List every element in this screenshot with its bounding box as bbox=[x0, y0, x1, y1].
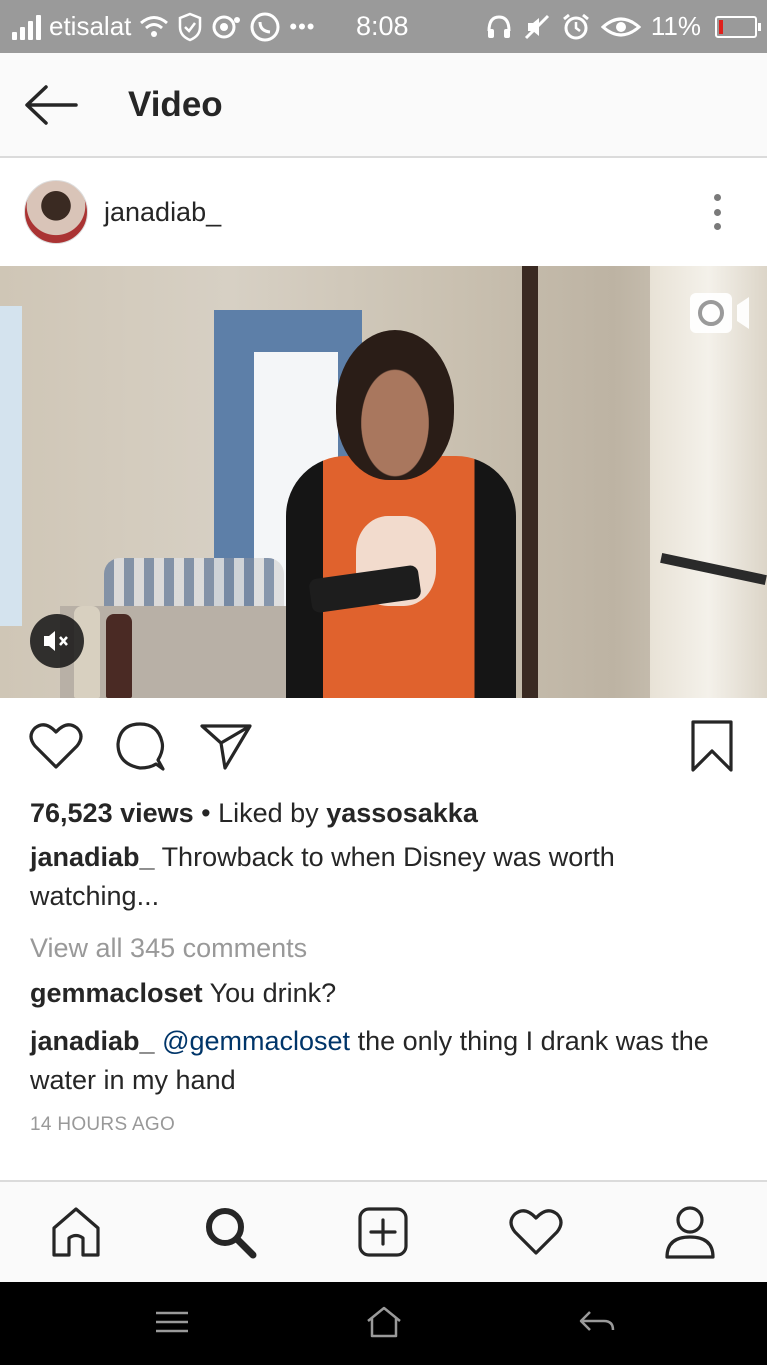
back-arrow-icon[interactable] bbox=[24, 83, 78, 127]
signal-icon bbox=[12, 14, 41, 40]
comment-item: janadiab_ @gemmacloset the only thing I … bbox=[30, 1022, 740, 1100]
views-and-likes: 76,523 views • Liked by yassosakka bbox=[30, 794, 478, 832]
search-icon[interactable] bbox=[202, 1204, 258, 1260]
comment-username[interactable]: gemmacloset bbox=[30, 978, 203, 1008]
menu-icon[interactable] bbox=[152, 1302, 192, 1342]
liked-by-label: • Liked by bbox=[201, 798, 319, 828]
comment-text: You drink? bbox=[209, 978, 337, 1008]
post-header: janadiab_ bbox=[0, 158, 767, 266]
wifi-icon bbox=[139, 14, 169, 40]
like-heart-icon[interactable] bbox=[28, 718, 84, 774]
view-all-comments-link[interactable]: View all 345 comments bbox=[30, 928, 307, 968]
clock: 8:08 bbox=[356, 11, 409, 41]
system-home-icon[interactable] bbox=[364, 1302, 404, 1342]
battery-icon bbox=[715, 15, 761, 38]
post-actions bbox=[0, 698, 767, 794]
save-bookmark-icon[interactable] bbox=[684, 718, 740, 774]
views-count: 76,523 views bbox=[30, 798, 194, 828]
battery-percent: 11% bbox=[650, 11, 701, 41]
eye-icon bbox=[600, 15, 641, 39]
caption-username[interactable]: janadiab_ bbox=[30, 842, 155, 872]
video-scene-wall bbox=[0, 306, 22, 626]
home-icon[interactable] bbox=[48, 1204, 104, 1260]
top-app-bar: Video bbox=[0, 53, 767, 158]
comment-item: gemmacloset You drink? bbox=[30, 974, 336, 1012]
more-dots-icon: ••• bbox=[289, 13, 316, 39]
activity-heart-icon[interactable] bbox=[508, 1204, 564, 1260]
mute-icon bbox=[523, 13, 551, 41]
post-timestamp: 14 HOURS AGO bbox=[30, 1114, 176, 1135]
comment-bubble-icon[interactable] bbox=[112, 718, 168, 774]
headphones-icon bbox=[485, 13, 513, 41]
notification-icon bbox=[211, 13, 241, 41]
page-title: Video bbox=[128, 85, 223, 124]
liked-by-user[interactable]: yassosakka bbox=[326, 798, 478, 828]
comment-username[interactable]: janadiab_ bbox=[30, 1026, 155, 1056]
alarm-icon bbox=[561, 12, 591, 42]
video-scene-bottle bbox=[106, 614, 132, 698]
shield-icon bbox=[177, 12, 203, 42]
avatar[interactable] bbox=[24, 180, 88, 244]
post-username[interactable]: janadiab_ bbox=[104, 158, 221, 266]
status-bar: etisalat ••• 8:08 11% bbox=[0, 0, 767, 53]
whatsapp-icon bbox=[249, 11, 281, 43]
comment-mention[interactable]: @gemmacloset bbox=[162, 1026, 350, 1056]
profile-icon[interactable] bbox=[662, 1204, 718, 1260]
more-options-icon[interactable] bbox=[707, 194, 727, 230]
bottom-tab-bar bbox=[0, 1180, 767, 1284]
system-navigation-bar bbox=[0, 1282, 767, 1365]
system-back-icon[interactable] bbox=[577, 1302, 617, 1342]
video-player[interactable] bbox=[0, 266, 767, 698]
post-caption: janadiab_ Throwback to when Disney was w… bbox=[30, 838, 730, 916]
share-send-icon[interactable] bbox=[198, 718, 254, 774]
video-scene-head bbox=[336, 330, 454, 480]
mute-toggle-icon[interactable] bbox=[30, 614, 84, 668]
video-camera-icon bbox=[689, 292, 751, 334]
new-post-plus-icon[interactable] bbox=[355, 1204, 411, 1260]
video-scene-pole bbox=[522, 266, 538, 698]
carrier-label: etisalat bbox=[49, 11, 132, 41]
